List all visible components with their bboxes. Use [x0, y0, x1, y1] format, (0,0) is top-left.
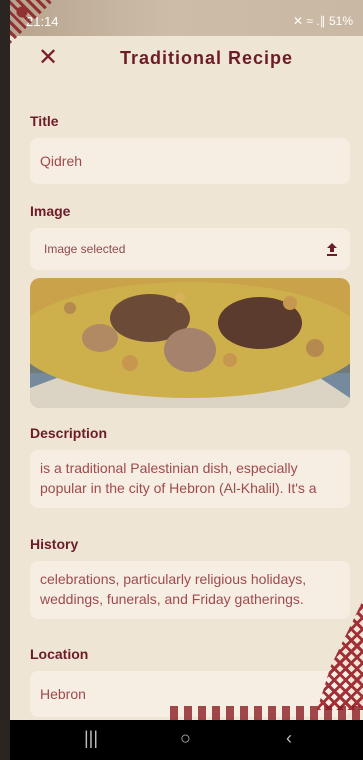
recipe-image	[30, 278, 350, 408]
description-field[interactable]: is a traditional Palestinian dish, espec…	[30, 450, 350, 508]
description-label: Description	[30, 425, 108, 441]
location-label: Location	[30, 646, 89, 662]
title-label: Title	[30, 113, 59, 129]
history-value: celebrations, particularly religious hol…	[40, 571, 307, 607]
system-nav-bar: ||| ○ ‹	[10, 720, 363, 760]
title-value: Qidreh	[40, 153, 83, 169]
recent-apps-button[interactable]: |||	[84, 728, 98, 749]
image-picker-field[interactable]: Image selected	[30, 228, 350, 270]
description-value: is a traditional Palestinian dish, espec…	[40, 460, 317, 496]
history-field[interactable]: celebrations, particularly religious hol…	[30, 561, 350, 619]
back-button[interactable]: ‹	[286, 728, 292, 749]
title-field[interactable]: Qidreh	[30, 138, 350, 184]
history-label: History	[30, 536, 79, 552]
status-icons: ✕︎ ≈ .∥ 51%	[293, 14, 353, 28]
app-screen: 21:14 ✕︎ ≈ .∥ 51% ✕ Traditional Recipe T…	[10, 0, 363, 760]
page-title: Traditional Recipe	[119, 48, 294, 68]
status-bar: 21:14 ✕︎ ≈ .∥ 51%	[10, 0, 363, 36]
upload-icon[interactable]	[324, 241, 340, 257]
location-value: Hebron	[40, 686, 86, 702]
app-bar: ✕ Traditional Recipe	[10, 40, 363, 80]
image-status: Image selected	[44, 242, 126, 256]
home-button[interactable]: ○	[180, 728, 191, 749]
close-icon[interactable]: ✕	[36, 46, 60, 70]
image-label: Image	[30, 203, 71, 219]
